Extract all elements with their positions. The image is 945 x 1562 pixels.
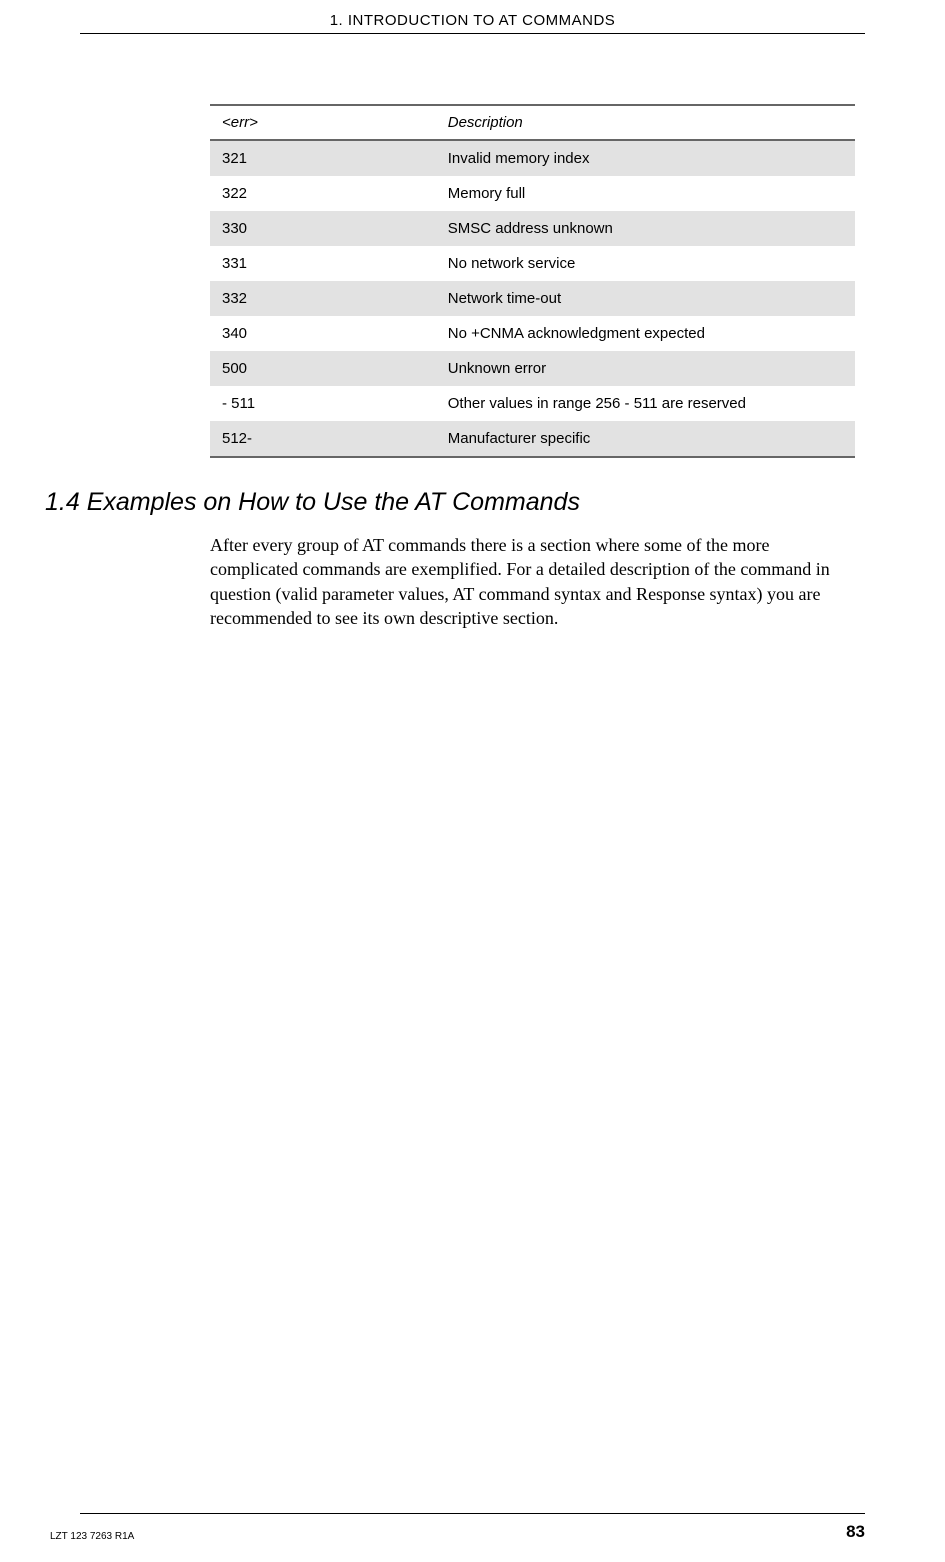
cell-err: 330 (210, 211, 436, 246)
cell-desc: No +CNMA acknowledgment expected (436, 316, 855, 351)
footer-divider (80, 1513, 865, 1514)
header-title: 1. INTRODUCTION TO AT COMMANDS (330, 12, 616, 29)
table-row: 331 No network service (210, 246, 855, 281)
cell-err: 321 (210, 140, 436, 176)
header-err: <err> (210, 105, 436, 140)
table-row: 500 Unknown error (210, 351, 855, 386)
cell-desc: Manufacturer specific (436, 421, 855, 457)
cell-err: 500 (210, 351, 436, 386)
cell-err: 322 (210, 176, 436, 211)
footer-doc-id: LZT 123 7263 R1A (50, 1531, 134, 1542)
table-row: - 511 Other values in range 256 - 511 ar… (210, 386, 855, 421)
footer-page-number: 83 (846, 1522, 865, 1542)
section-heading: 1.4 Examples on How to Use the AT Comman… (45, 488, 945, 517)
cell-err: 332 (210, 281, 436, 316)
error-table-container: <err> Description 321 Invalid memory ind… (210, 104, 855, 458)
table-row: 321 Invalid memory index (210, 140, 855, 176)
cell-desc: Memory full (436, 176, 855, 211)
cell-err: 512- (210, 421, 436, 457)
cell-err: 340 (210, 316, 436, 351)
table-row: 332 Network time-out (210, 281, 855, 316)
footer-content: LZT 123 7263 R1A 83 (0, 1522, 945, 1542)
cell-err: - 511 (210, 386, 436, 421)
cell-err: 331 (210, 246, 436, 281)
cell-desc: SMSC address unknown (436, 211, 855, 246)
page-header: 1. INTRODUCTION TO AT COMMANDS (0, 0, 945, 29)
cell-desc: No network service (436, 246, 855, 281)
table-row: 322 Memory full (210, 176, 855, 211)
cell-desc: Unknown error (436, 351, 855, 386)
cell-desc: Invalid memory index (436, 140, 855, 176)
page-footer: LZT 123 7263 R1A 83 (0, 1513, 945, 1542)
header-description: Description (436, 105, 855, 140)
table-row: 340 No +CNMA acknowledgment expected (210, 316, 855, 351)
error-table: <err> Description 321 Invalid memory ind… (210, 104, 855, 458)
table-header-row: <err> Description (210, 105, 855, 140)
header-divider (80, 33, 865, 34)
section-body: After every group of AT commands there i… (210, 533, 855, 630)
cell-desc: Other values in range 256 - 511 are rese… (436, 386, 855, 421)
table-row: 330 SMSC address unknown (210, 211, 855, 246)
table-row: 512- Manufacturer specific (210, 421, 855, 457)
cell-desc: Network time-out (436, 281, 855, 316)
